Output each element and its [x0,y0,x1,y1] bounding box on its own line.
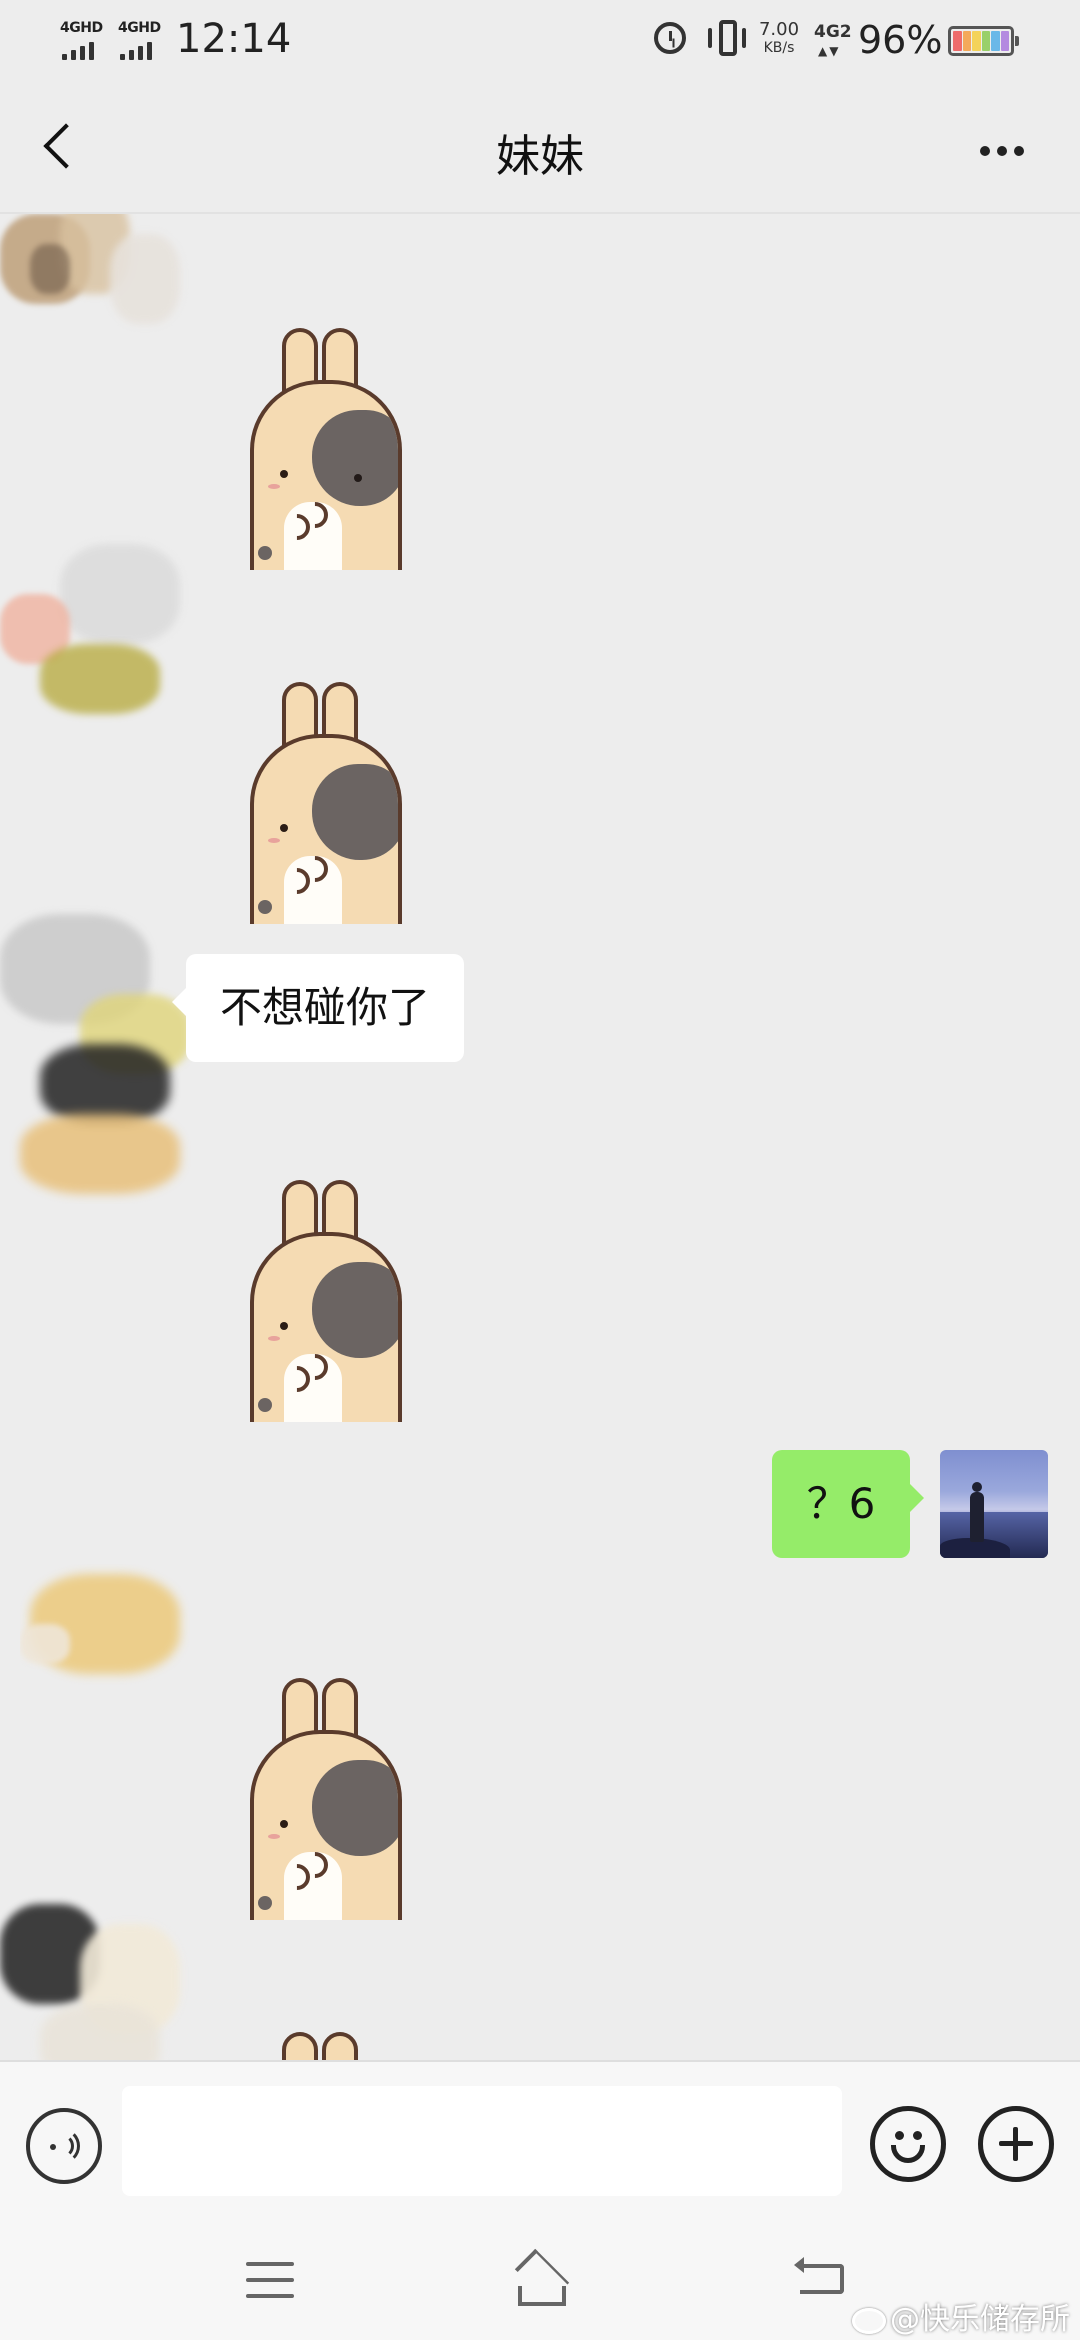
message-bubble-sent[interactable]: ？6 [772,1450,924,1558]
bunny-sticker[interactable] [240,1180,410,1422]
chat-input-bar [0,2060,1080,2228]
bunny-sticker[interactable] [240,328,410,570]
battery-icon [948,26,1019,56]
vibrate-icon [708,20,750,58]
chat-title: 妹妹 [496,131,584,182]
contact-avatar[interactable] [20,1564,190,1694]
data-activity-icon: ▲▼ [818,44,841,58]
message-text: 不想碰你了 [219,983,430,1032]
signal-label-1: 4GHD [60,20,103,36]
weibo-watermark: @快乐储存所 [852,2294,1070,2338]
signal-bars-icon [62,40,102,60]
signal-bars-icon [120,40,160,60]
message-text: ？6 [806,1479,876,1528]
network-type: 4G2 [814,22,852,42]
network-speed-unit: KB/s [763,40,795,56]
weibo-icon [852,2307,886,2334]
alarm-icon [654,22,686,54]
contact-avatar[interactable] [0,534,190,724]
plus-icon[interactable] [978,2106,1054,2182]
contact-avatar[interactable] [0,1894,200,2060]
contact-avatar[interactable] [0,904,200,1204]
watermark-text: @快乐储存所 [890,2302,1070,2337]
home-icon[interactable] [508,2248,576,2310]
menu-icon[interactable] [240,2254,300,2306]
network-speed-value: 7.00 [758,19,800,40]
message-bubble-received[interactable]: 不想碰你了 [172,954,464,1062]
network-speed: 7.00 KB/s [756,20,802,58]
status-bar: 4GHD 4GHD 12:14 7.00 KB/s 4G2 ▲▼ 96% [0,0,1080,80]
bunny-sticker[interactable] [240,1678,410,1920]
chat-message-list[interactable]: 不想碰你了 ？6 [0,214,1080,2060]
signal-label-2: 4GHD [118,20,161,36]
contact-avatar[interactable] [0,214,190,364]
back-icon[interactable] [792,2254,856,2306]
more-horizontal-icon[interactable] [972,128,1032,168]
battery-percent: 96% [858,18,943,62]
chat-header: 妹妹 [0,90,1080,214]
message-input[interactable] [122,2086,842,2196]
bunny-sticker[interactable] [240,2032,410,2060]
my-avatar[interactable] [940,1450,1048,1558]
bunny-sticker[interactable] [240,682,410,924]
voice-icon[interactable] [26,2108,102,2184]
emoji-icon[interactable] [870,2106,946,2182]
status-time: 12:14 [176,16,292,62]
